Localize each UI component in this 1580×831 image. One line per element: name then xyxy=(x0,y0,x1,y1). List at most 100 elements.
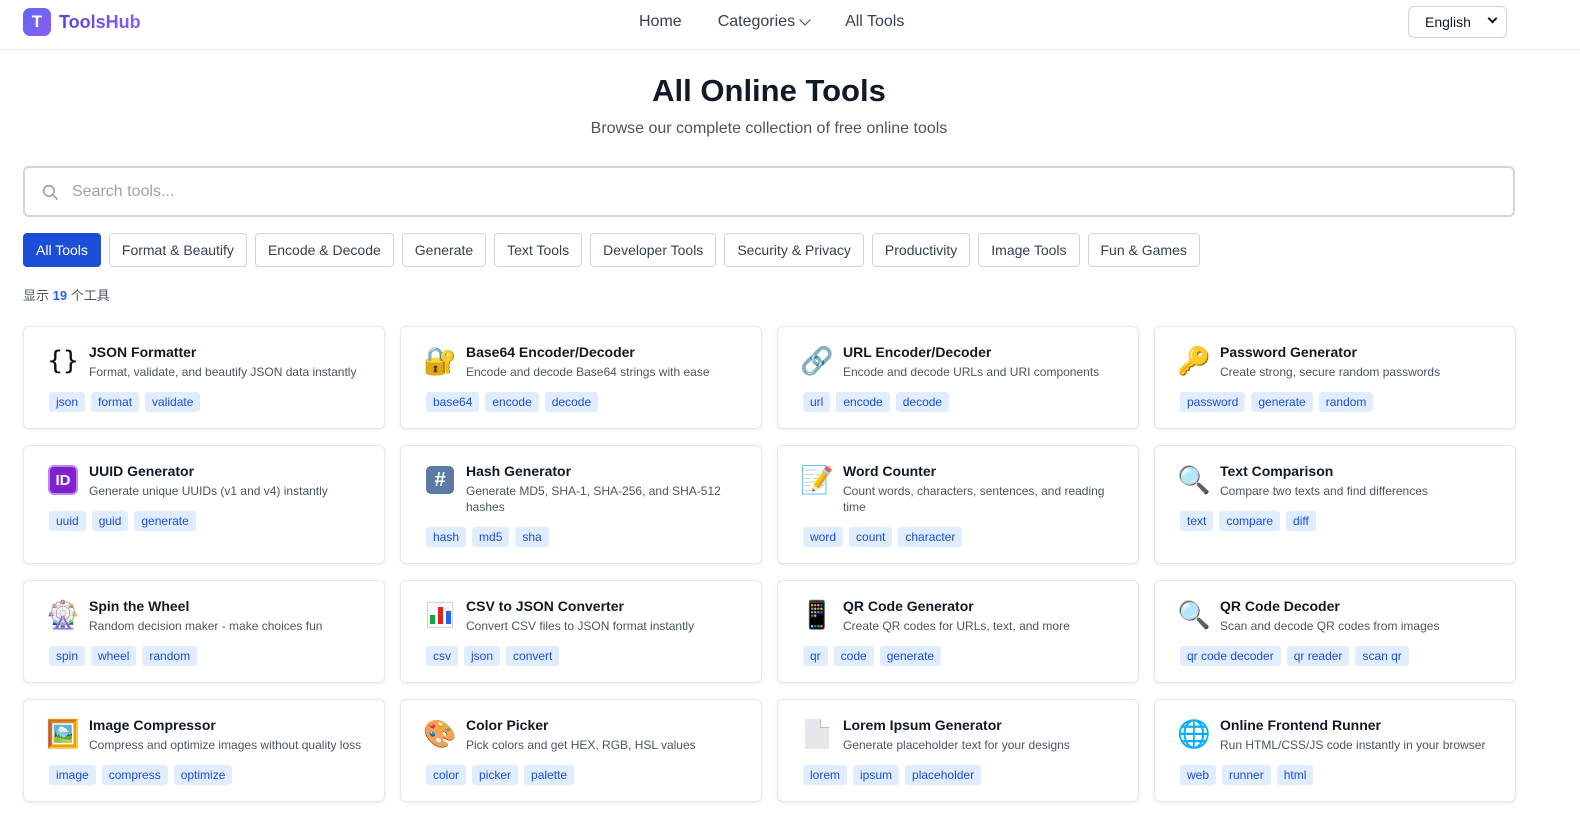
picture-icon: 🖼️ xyxy=(46,718,80,749)
tool-card-tags: qr code generate xyxy=(803,646,1120,666)
filter-tab-productivity[interactable]: Productivity xyxy=(871,233,971,267)
tool-card-title: Hash Generator xyxy=(466,463,572,479)
tool-card-tags: uuid guid generate xyxy=(49,511,366,531)
tool-card-title: Text Comparison xyxy=(1220,463,1334,479)
tool-count-suffix: 个工具 xyxy=(70,288,110,303)
link-icon: 🔗 xyxy=(800,345,834,376)
tool-card[interactable]: 🔑 Password Generator Create strong, secure… xyxy=(1154,326,1516,429)
tool-card-description: Count words, characters, sentences, and … xyxy=(843,484,1105,514)
nav-home-link[interactable]: Home xyxy=(639,13,682,31)
tool-card[interactable]: ID UUID Generator Generate unique UUIDs (v… xyxy=(23,445,385,564)
tool-card-title: Color Picker xyxy=(466,717,549,733)
tool-card-description: Pick colors and get HEX, RGB, HSL values xyxy=(466,738,696,752)
tool-card-tags: url encode decode xyxy=(803,392,1120,412)
tool-card-header: 🔐 Base64 Encoder/Decoder Encode and decode… xyxy=(423,343,743,380)
filter-tab-developer-tools[interactable]: Developer Tools xyxy=(590,233,717,267)
tool-card[interactable]: 🔐 Base64 Encoder/Decoder Encode and decode… xyxy=(400,326,762,429)
tool-card-tags: color picker palette xyxy=(426,765,743,785)
tool-card-description: Random decision maker - make choices fun xyxy=(89,619,323,633)
tool-card-tags: qr code decoder qr reader scan qr xyxy=(1180,646,1497,666)
chevron-down-icon xyxy=(1487,13,1498,24)
tool-card-header: 🖼️ Image Compressor Compress and optimize … xyxy=(46,716,366,753)
tool-card-body: Spin the Wheel Random decision maker - ma… xyxy=(89,597,366,634)
search-input[interactable] xyxy=(72,168,1472,215)
tool-card-body: Image Compressor Compress and optimize im… xyxy=(89,716,366,753)
globe-icon: 🌐 xyxy=(1177,718,1211,749)
tool-card-body: Online Frontend Runner Run HTML/CSS/JS co… xyxy=(1220,716,1497,753)
tool-card-header: ID UUID Generator Generate unique UUIDs (v… xyxy=(46,462,366,499)
filter-tab-encode-decode[interactable]: Encode & Decode xyxy=(254,233,394,267)
tool-card[interactable]: # Hash Generator Generate MD5, SHA-1, SHA-… xyxy=(400,445,762,564)
tool-card-title: Lorem Ipsum Generator xyxy=(843,717,1002,733)
tool-card-title: JSON Formatter xyxy=(89,344,197,360)
filter-tab-all-tools[interactable]: All Tools xyxy=(23,233,101,267)
tag-badge: decode xyxy=(895,392,950,412)
tool-card-header: CSV to JSON Converter Convert CSV files t… xyxy=(423,597,743,634)
tool-card-header: 🔍 QR Code Decoder Scan and decode QR codes… xyxy=(1177,597,1497,634)
tool-card[interactable]: Lorem Ipsum Generator Generate placeholde… xyxy=(777,699,1139,802)
filter-tab-format-beautify[interactable]: Format & Beautify xyxy=(108,233,247,267)
tag-badge: optimize xyxy=(173,765,233,785)
tool-card-title: QR Code Generator xyxy=(843,598,974,614)
tool-card[interactable]: 🖼️ Image Compressor Compress and optimize … xyxy=(23,699,385,802)
filter-tab-image-tools[interactable]: Image Tools xyxy=(978,233,1080,267)
filter-tab-generate[interactable]: Generate xyxy=(401,233,487,267)
tool-card-title: URL Encoder/Decoder xyxy=(843,344,992,360)
tool-card[interactable]: 🎨 Color Picker Pick colors and get HEX, RG… xyxy=(400,699,762,802)
nav-categories-label: Categories xyxy=(717,13,796,30)
tag-badge: convert xyxy=(506,646,560,666)
tool-card[interactable]: 🌐 Online Frontend Runner Run HTML/CSS/JS c… xyxy=(1154,699,1516,802)
tag-badge: generate xyxy=(1251,392,1313,412)
tag-badge: html xyxy=(1276,765,1314,785)
tag-badge: hash xyxy=(426,527,467,547)
filter-tab-security-privacy[interactable]: Security & Privacy xyxy=(724,233,864,267)
filter-tab-fun-games[interactable]: Fun & Games xyxy=(1087,233,1200,267)
tool-card[interactable]: 🔗 URL Encoder/Decoder Encode and decode UR… xyxy=(777,326,1139,429)
nav-all-tools-label: All Tools xyxy=(845,13,905,30)
tag-badge: wheel xyxy=(91,646,137,666)
tag-badge: json xyxy=(49,392,86,412)
language-select[interactable]: English xyxy=(1408,6,1507,38)
tool-card-description: Create QR codes for URLs, text, and more xyxy=(843,619,1070,633)
tag-badge: guid xyxy=(91,511,129,531)
tool-card[interactable]: 🔍 QR Code Decoder Scan and decode QR codes… xyxy=(1154,580,1516,683)
nav-all-tools-link[interactable]: All Tools xyxy=(845,13,904,31)
tool-card[interactable]: CSV to JSON Converter Convert CSV files t… xyxy=(400,580,762,683)
tag-badge: json xyxy=(464,646,501,666)
tool-card[interactable]: 🎡 Spin the Wheel Random decision maker - m… xyxy=(23,580,385,683)
filter-tab-text-tools[interactable]: Text Tools xyxy=(494,233,583,267)
tool-card-description: Generate MD5, SHA-1, SHA-256, and SHA-51… xyxy=(466,484,721,514)
tag-badge: color xyxy=(426,765,467,785)
tool-card[interactable]: 📝 Word Counter Count words, characters, se… xyxy=(777,445,1139,564)
tool-card-description: Run HTML/CSS/JS code instantly in your b… xyxy=(1220,738,1486,752)
tool-card-header: 📱 QR Code Generator Create QR codes for UR… xyxy=(800,597,1120,634)
tag-badge: generate xyxy=(879,646,942,666)
tag-badge: ipsum xyxy=(853,765,900,785)
logo-link[interactable]: T ToolsHub xyxy=(23,8,141,36)
tag-badge: validate xyxy=(145,392,201,412)
tool-card-body: QR Code Generator Create QR codes for URL… xyxy=(843,597,1120,634)
tag-badge: random xyxy=(142,646,198,666)
tool-card-body: Text Comparison Compare two texts and fin… xyxy=(1220,462,1497,499)
tool-card[interactable]: 📱 QR Code Generator Create QR codes for UR… xyxy=(777,580,1139,683)
ferris-wheel-icon: 🎡 xyxy=(46,599,80,630)
tool-card[interactable]: {} JSON Formatter Format, validate, and be… xyxy=(23,326,385,429)
tool-card-tags: lorem ipsum placeholder xyxy=(803,765,1120,785)
tool-card-tags: text compare diff xyxy=(1180,511,1497,531)
tool-card[interactable]: 🔍 Text Comparison Compare two texts and fi… xyxy=(1154,445,1516,564)
tool-card-description: Convert CSV files to JSON format instant… xyxy=(466,619,695,633)
braces-icon: {} xyxy=(47,346,79,376)
tool-card-body: JSON Formatter Format, validate, and beau… xyxy=(89,343,366,380)
top-navbar: T ToolsHub Home Categories All Tools Eng… xyxy=(0,0,1580,50)
tool-card-header: 🔑 Password Generator Create strong, secure… xyxy=(1177,343,1497,380)
tag-badge: word xyxy=(803,527,844,547)
tool-card-title: CSV to JSON Converter xyxy=(466,598,624,614)
tool-card-description: Format, validate, and beautify JSON data… xyxy=(89,365,357,379)
tool-card-title: Online Frontend Runner xyxy=(1220,717,1381,733)
tag-badge: url xyxy=(803,392,831,412)
tag-badge: base64 xyxy=(426,392,480,412)
tag-badge: encode xyxy=(836,392,890,412)
tool-card-body: Password Generator Create strong, secure … xyxy=(1220,343,1497,380)
logo-icon: T xyxy=(23,8,51,36)
nav-categories-dropdown[interactable]: Categories xyxy=(717,13,811,31)
